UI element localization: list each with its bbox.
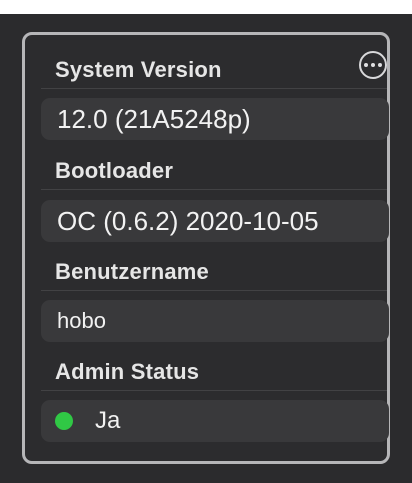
admin-status-value: Ja <box>95 407 121 434</box>
system-info-panel: System Version 12.0 (21A5248p) Bootloade… <box>22 32 390 464</box>
bootloader-field[interactable]: OC (0.6.2) 2020-10-05 <box>41 200 389 242</box>
divider <box>41 390 387 391</box>
username-label: Benutzername <box>55 259 209 284</box>
divider <box>41 290 387 291</box>
divider <box>41 88 387 89</box>
top-edge-strip <box>0 0 412 14</box>
bootloader-label: Bootloader <box>55 158 174 183</box>
more-options-button[interactable] <box>359 51 387 79</box>
admin-status-label: Admin Status <box>55 359 200 384</box>
divider <box>41 189 387 190</box>
system-version-field[interactable]: 12.0 (21A5248p) <box>41 98 389 140</box>
username-field[interactable]: hobo <box>41 300 389 342</box>
ellipsis-circle-icon <box>364 63 368 67</box>
admin-status-field[interactable]: Ja <box>41 400 389 442</box>
system-version-label: System Version <box>55 57 222 82</box>
status-indicator-dot <box>55 412 73 430</box>
